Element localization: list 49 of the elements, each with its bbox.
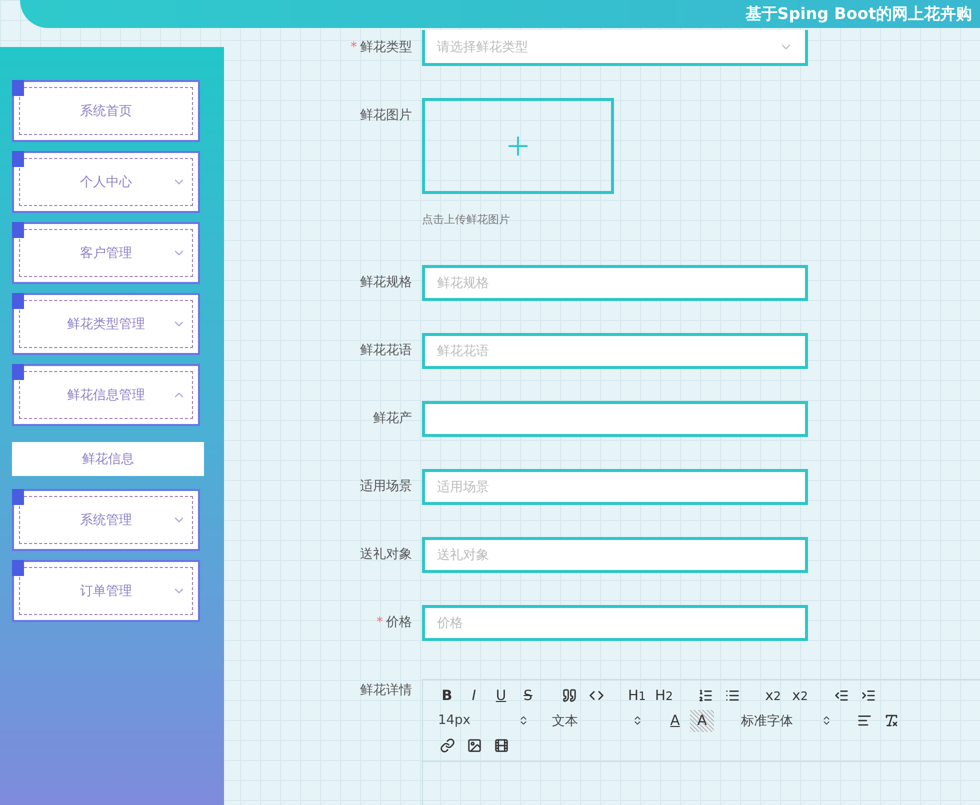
menu-item[interactable]: 订单管理	[12, 560, 200, 622]
video-icon	[494, 738, 508, 753]
underline-button[interactable]: U	[489, 684, 513, 706]
field-label: 鲜花花语	[359, 342, 413, 360]
updown-icon	[632, 715, 643, 726]
input-field[interactable]: 鲜花花语	[422, 333, 808, 369]
field-label: 鲜花详情	[359, 682, 413, 700]
field-label: 送礼对象	[359, 546, 413, 564]
dropdown-picker[interactable]: 14px	[435, 710, 535, 732]
image-icon	[466, 738, 482, 753]
font-color-button[interactable]: A	[663, 710, 687, 732]
input-field[interactable]: 价格	[422, 605, 808, 641]
field-label: 鲜花产	[372, 410, 413, 428]
bullet-list-icon	[724, 688, 740, 703]
menu-item[interactable]: 鲜花信息管理	[12, 364, 200, 426]
updown-icon	[821, 715, 832, 726]
italic-button[interactable]: I	[462, 684, 486, 706]
code-icon	[588, 688, 604, 703]
required-mark: *	[376, 614, 383, 632]
bold-button[interactable]: B	[435, 684, 459, 706]
ordered-list-icon	[698, 688, 712, 703]
align-icon	[856, 713, 872, 728]
upload-hint: 点击上传鲜花图片	[422, 212, 511, 227]
required-mark: *	[350, 39, 357, 57]
field-label: * 价格	[354, 605, 422, 641]
dropdown-picker[interactable]: 文本	[549, 710, 649, 732]
menu-item[interactable]: 客户管理	[12, 222, 200, 284]
input-field[interactable]: 适用场景	[422, 469, 808, 505]
menu-item[interactable]: 个人中心	[12, 151, 200, 213]
input-field[interactable]: 鲜花规格	[422, 265, 808, 301]
input-field[interactable]: 送礼对象	[422, 537, 808, 573]
clean-icon	[884, 713, 898, 728]
menu-item[interactable]: 系统首页	[12, 80, 200, 142]
strike-button[interactable]: S	[516, 684, 540, 706]
site-title: 基于Sping Boot的网上花卉购	[745, 4, 972, 24]
indent-icon	[860, 688, 876, 703]
menu-item[interactable]: 系统管理	[12, 489, 200, 551]
dropdown-picker[interactable]: 标准字体	[738, 710, 838, 732]
field-label: 适用场景	[359, 478, 413, 496]
menu-item[interactable]: 鲜花类型管理	[12, 293, 200, 355]
updown-icon	[518, 715, 529, 726]
background-color-button[interactable]: A	[690, 710, 714, 732]
quote-icon	[562, 688, 576, 703]
outdent-icon	[834, 688, 848, 703]
field-label: 鲜花图片	[359, 107, 413, 125]
link-icon	[440, 738, 454, 753]
field-label: 鲜花规格	[359, 274, 413, 292]
submenu-item[interactable]: 鲜花信息	[12, 442, 204, 476]
input-field[interactable]	[422, 401, 808, 437]
